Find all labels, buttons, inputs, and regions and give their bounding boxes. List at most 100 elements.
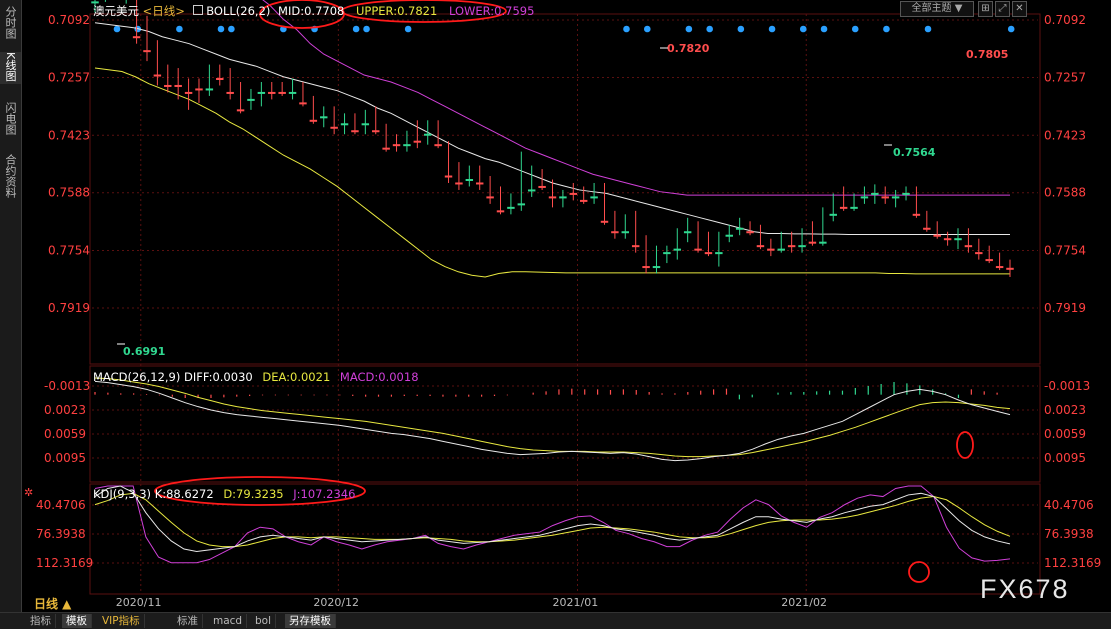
macd-value: MACD:0.0018 <box>339 370 419 384</box>
boll-upper-line <box>94 67 1010 278</box>
candle-body <box>673 248 681 251</box>
candle-body <box>881 196 889 199</box>
candle-body <box>247 98 255 101</box>
candle-body <box>496 210 505 213</box>
x-tick-label: 2021/02 <box>781 596 827 609</box>
bottom-tab[interactable]: macd <box>209 614 248 628</box>
price-tick-label-left: 0.7919 <box>48 301 90 315</box>
candle-body <box>132 36 141 39</box>
candle-body <box>985 259 993 262</box>
candle-body <box>340 123 349 126</box>
bottom-tab[interactable]: 模板 <box>62 614 92 628</box>
candle-body <box>559 196 567 199</box>
annotation-high: 0.7820 <box>667 42 710 55</box>
event-dot <box>643 25 651 33</box>
event-dot <box>217 25 225 33</box>
boll-legend-icon <box>192 5 203 15</box>
price-tick-label-right: 0.7754 <box>1044 244 1086 258</box>
x-tick-label: 2020/12 <box>313 596 359 609</box>
candle-body <box>184 91 193 94</box>
candle-body <box>871 192 879 195</box>
kdj-k-value: K:88.6272 <box>154 487 214 501</box>
candle-body <box>288 91 297 94</box>
bottom-toolbar: 指标 模板 VIP指标 标准 macd bol 另存模板 <box>0 612 1111 629</box>
event-dot <box>623 25 630 33</box>
event-dot <box>799 25 807 33</box>
close-icon[interactable]: ✕ <box>1012 1 1027 17</box>
candle-body <box>683 231 692 234</box>
annotation-low-recent: 0.7564 <box>893 146 936 159</box>
price-tick-label-right: 0.7092 <box>1044 13 1086 27</box>
candle-body <box>216 78 224 81</box>
macd-name: MACD(26,12,9) <box>93 370 181 384</box>
candle-body <box>548 196 557 199</box>
macd-tick-label-left: -0.0013 <box>44 379 90 393</box>
event-dot <box>113 25 121 33</box>
candle-body <box>143 50 151 53</box>
candle-body <box>465 178 474 181</box>
candle-body <box>631 245 640 248</box>
kdj-settings-icon[interactable]: ✲ <box>24 486 33 499</box>
event-dot <box>363 25 370 33</box>
kdj-j-value: J:107.2346 <box>293 487 356 501</box>
kdj-tick-label-right: 76.3938 <box>1044 527 1094 541</box>
macd-panel <box>94 377 1011 462</box>
kdj-header: KDJ(9,3,3) K:88.6272 D:79.3235 J:107.234… <box>93 487 355 501</box>
candle-body <box>1006 267 1014 270</box>
candle-body <box>829 213 837 216</box>
candle-body <box>455 182 463 185</box>
bottom-tab[interactable]: 标准 <box>173 614 203 628</box>
bottom-tab[interactable]: 另存模板 <box>285 614 336 628</box>
event-dot <box>685 25 693 33</box>
candle-body <box>923 227 931 230</box>
fullscreen-icon[interactable]: ⤢ <box>995 1 1010 17</box>
candle-body <box>569 192 578 195</box>
candle-body <box>839 206 848 209</box>
candle-body <box>475 182 484 185</box>
candle-body <box>361 123 370 126</box>
candle-body <box>912 213 921 216</box>
event-dot <box>768 25 776 33</box>
candle-body <box>767 248 775 251</box>
candle-body <box>382 147 390 150</box>
macd-header: MACD(26,12,9) DIFF:0.0030 DEA:0.0021 MAC… <box>93 370 419 384</box>
bottom-tab[interactable]: bol <box>251 614 277 628</box>
bottom-tab[interactable]: 指标 <box>26 614 56 628</box>
candle-body <box>704 252 713 255</box>
grid-layer <box>89 13 1041 595</box>
macd-dea-value: DEA:0.0021 <box>262 370 331 384</box>
price-tick-label-left: 0.7588 <box>48 186 90 200</box>
chart-canvas[interactable]: 0.7919 0.7919 0.7754 0.7754 0.7588 0.7588 0.74… <box>0 0 1111 612</box>
candle-body <box>975 252 983 255</box>
window-tile-icon[interactable]: ⊞ <box>978 1 993 17</box>
candle-body <box>652 266 661 269</box>
candle-body <box>590 196 598 199</box>
candle-body <box>954 238 962 241</box>
candle-body <box>902 192 910 195</box>
kdj-tick-label-left: 112.3169 <box>36 556 93 570</box>
candle-body <box>964 245 973 248</box>
candle-body <box>735 227 744 230</box>
candle-body <box>611 231 619 234</box>
kdj-tick-label-right: 112.3169 <box>1044 556 1101 570</box>
period-label[interactable]: 日线 ▲ <box>34 595 71 612</box>
macd-tick-label-right: 0.0059 <box>1044 427 1086 441</box>
candle-body <box>299 102 307 105</box>
symbol-header: 澳元美元 <日线> BOLL(26,2) MID:0.7708 UPPER:0.… <box>93 3 534 19</box>
boll-upper-value: UPPER:0.7821 <box>356 4 438 18</box>
event-dot <box>883 25 890 33</box>
theme-select-label: 全部主题 <box>911 3 952 14</box>
candle-body <box>798 245 806 248</box>
candle-body <box>621 231 630 234</box>
event-dot <box>851 25 859 33</box>
kdj-tick-label-left: 76.3938 <box>36 527 86 541</box>
candle-body <box>725 234 733 237</box>
candle-body <box>413 140 422 143</box>
candle-body <box>777 248 785 251</box>
main-panel-border <box>89 13 1041 365</box>
candle-body <box>424 133 432 136</box>
theme-select[interactable]: 全部主题 ▼ <box>900 1 974 17</box>
event-dot <box>820 25 828 33</box>
macd-tick-label-left: 0.0023 <box>44 403 86 417</box>
bottom-tab[interactable]: VIP指标 <box>98 614 145 628</box>
